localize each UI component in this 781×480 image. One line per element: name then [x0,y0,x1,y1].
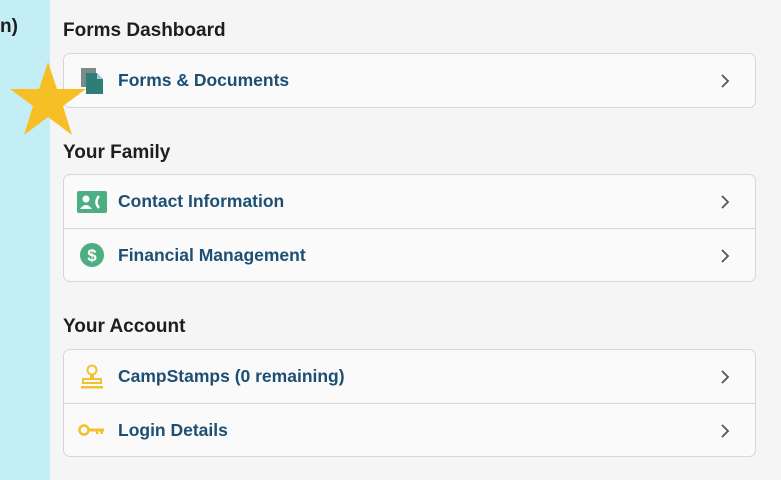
chevron-right-icon [721,195,730,209]
dashboard-panel: Forms Dashboard Forms & Documents Your F… [50,0,781,480]
login-details-row[interactable]: Login Details [64,403,755,456]
chevron-right-icon [721,249,730,263]
financial-management-row[interactable]: $ Financial Management [64,228,755,281]
forms-documents-label: Forms & Documents [118,70,290,90]
stamp-icon [77,362,107,392]
financial-management-label: Financial Management [118,244,306,265]
chevron-right-icon [721,74,730,88]
campstamps-row[interactable]: CampStamps (0 remaining) [64,350,755,403]
login-details-label: Login Details [118,419,228,440]
dollar-icon: $ [77,240,107,270]
forms-dashboard-card: Forms & Documents [63,53,756,108]
svg-text:$: $ [87,246,97,265]
your-account-card: CampStamps (0 remaining) Login Details [63,349,756,457]
left-label-fragment: n) [0,16,18,37]
key-icon [77,415,107,445]
contact-information-row[interactable]: Contact Information [64,175,755,228]
section-title-your-account: Your Account [63,316,186,337]
star-icon [10,62,86,135]
section-title-your-family: Your Family [63,142,171,163]
your-family-card: Contact Information $ Financial Manageme… [63,174,756,282]
forms-documents-row[interactable]: Forms & Documents [64,54,755,107]
section-title-forms-dashboard: Forms Dashboard [63,20,226,41]
chevron-right-icon [721,370,730,384]
contact-information-label: Contact Information [118,191,285,211]
contact-card-icon [77,187,107,217]
campstamps-label: CampStamps (0 remaining) [118,366,345,386]
chevron-right-icon [721,424,730,438]
